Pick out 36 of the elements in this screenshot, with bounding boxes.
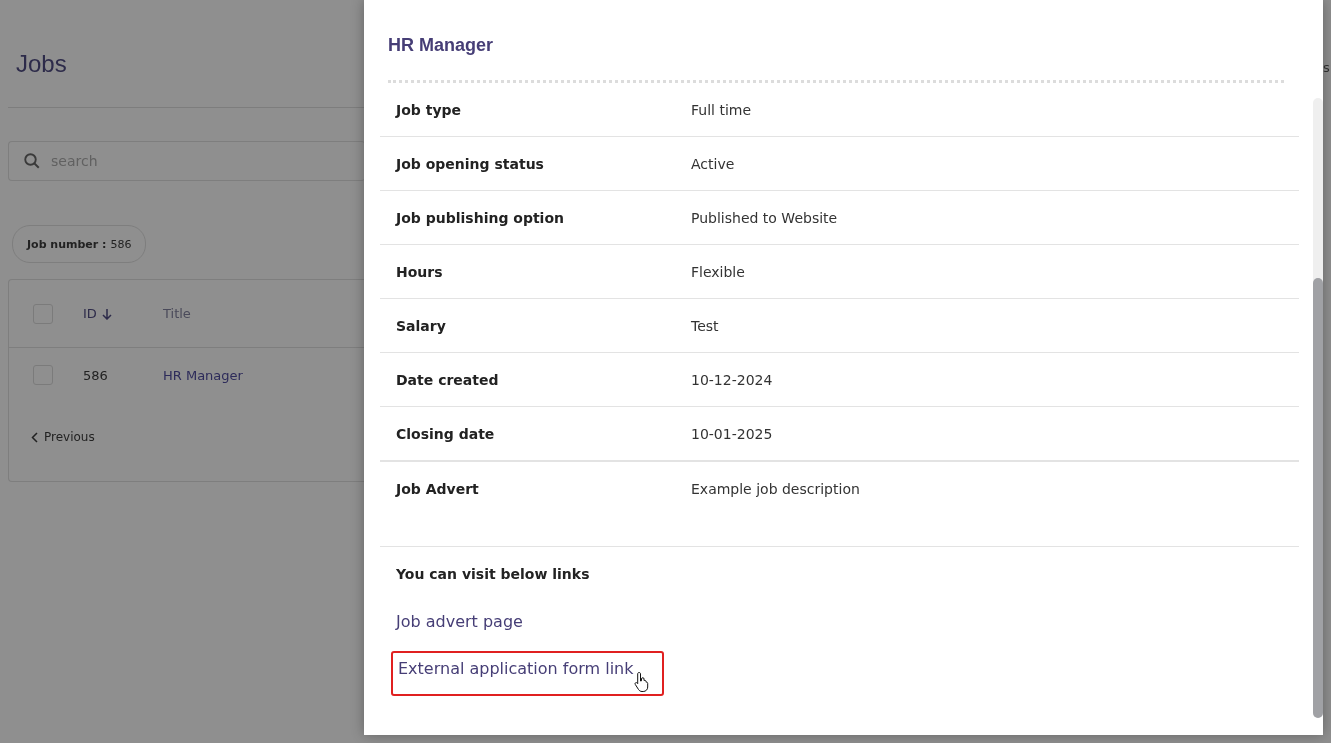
search-icon bbox=[23, 152, 41, 170]
detail-value: Test bbox=[691, 317, 719, 334]
detail-value: 10-01-2025 bbox=[691, 425, 773, 442]
detail-label: Date created bbox=[396, 371, 500, 388]
chevron-left-icon bbox=[31, 431, 38, 443]
detail-label: Hours bbox=[396, 263, 444, 280]
column-header[interactable]: Title bbox=[163, 306, 313, 321]
detail-value: Published to Website bbox=[691, 209, 838, 226]
scrollbar-track[interactable] bbox=[1313, 98, 1323, 718]
detail-label: Job opening status bbox=[396, 155, 545, 172]
detail-value: Example job description bbox=[691, 481, 860, 497]
detail-value: Active bbox=[691, 155, 735, 172]
column-header[interactable]: ID bbox=[83, 306, 163, 321]
job-title-link[interactable]: HR Manager bbox=[163, 367, 313, 383]
detail-label: Job type bbox=[396, 101, 463, 118]
detail-label: Job Advert bbox=[396, 481, 480, 497]
link[interactable]: Job advert page bbox=[396, 612, 523, 631]
arrow-down-icon bbox=[100, 307, 113, 320]
link[interactable]: External application form link bbox=[391, 651, 664, 696]
detail-label: Salary bbox=[396, 317, 447, 334]
chip-value: 586 bbox=[110, 237, 132, 251]
scrollbar-thumb[interactable] bbox=[1313, 278, 1323, 718]
hand-cursor-icon bbox=[633, 671, 650, 693]
table-cell-text: 586 bbox=[83, 367, 109, 383]
detail-value: Flexible bbox=[691, 263, 745, 280]
chip-label: Job number : bbox=[27, 237, 107, 251]
header-text: s bbox=[1323, 60, 1331, 75]
detail-value: Full time bbox=[691, 101, 752, 118]
detail-label: Closing date bbox=[396, 425, 496, 442]
previous-button[interactable]: Previous bbox=[31, 430, 95, 444]
detail-value: 10-12-2024 bbox=[691, 371, 773, 388]
page-title: Jobs bbox=[16, 50, 67, 79]
filter-chip[interactable]: Job number : 586 bbox=[12, 225, 147, 263]
detail-label: Job publishing option bbox=[396, 209, 565, 226]
links-heading: You can visit below links bbox=[396, 566, 590, 582]
modal-title: HR Manager bbox=[388, 35, 494, 57]
